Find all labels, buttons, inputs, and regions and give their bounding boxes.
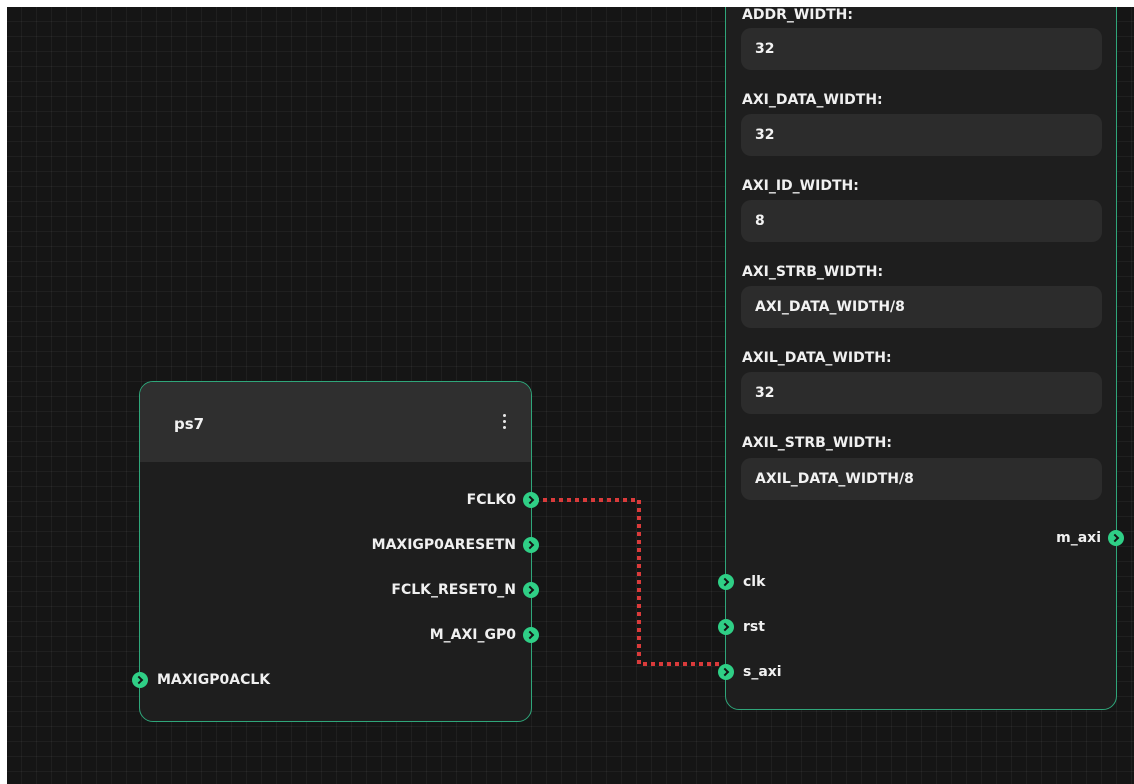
more-options-icon[interactable] bbox=[499, 410, 509, 432]
port-label: M_AXI_GP0 bbox=[429, 627, 516, 643]
wire-fclk0-to-s-axi[interactable] bbox=[527, 498, 719, 666]
port-label: s_axi bbox=[743, 664, 782, 680]
port-label: FCLK0 bbox=[466, 492, 516, 508]
ps7-node[interactable]: ps7 FCLK0 MAXIGP0ARESETN FCLK_RESET0_N M… bbox=[132, 381, 539, 722]
output-port-icon[interactable] bbox=[523, 492, 539, 508]
input-port-icon[interactable] bbox=[718, 574, 734, 590]
param-field-axi-strb-width[interactable] bbox=[741, 286, 1102, 328]
node-header[interactable]: ps7 bbox=[140, 382, 531, 462]
axi-block-node[interactable]: ADDR_WIDTH: AXI_DATA_WIDTH: AXI_ID_WIDTH… bbox=[718, 7, 1124, 710]
graph-canvas[interactable]: ps7 FCLK0 MAXIGP0ARESETN FCLK_RESET0_N M… bbox=[7, 7, 1134, 784]
port-fclk0[interactable]: FCLK0 bbox=[467, 490, 539, 510]
input-port-icon[interactable] bbox=[718, 619, 734, 635]
port-label: m_axi bbox=[1056, 530, 1101, 546]
node-title: ps7 bbox=[174, 415, 205, 433]
param-label-axi-strb-width: AXI_STRB_WIDTH: bbox=[742, 264, 884, 280]
port-rst[interactable]: rst bbox=[718, 617, 765, 637]
param-label-axi-data-width: AXI_DATA_WIDTH: bbox=[742, 92, 883, 108]
port-label: MAXIGP0ARESETN bbox=[371, 537, 516, 553]
port-label: rst bbox=[743, 619, 765, 635]
output-port-icon[interactable] bbox=[523, 537, 539, 553]
port-m-axi[interactable]: m_axi bbox=[1056, 528, 1124, 548]
port-label: MAXIGP0ACLK bbox=[157, 672, 271, 688]
input-port-icon[interactable] bbox=[132, 672, 148, 688]
port-fclk-reset0-n[interactable]: FCLK_RESET0_N bbox=[391, 580, 539, 600]
param-label-addr-width: ADDR_WIDTH: bbox=[742, 7, 853, 23]
param-field-axi-id-width[interactable] bbox=[741, 200, 1102, 242]
param-label-axil-strb-width: AXIL_STRB_WIDTH: bbox=[742, 435, 892, 451]
output-port-icon[interactable] bbox=[523, 582, 539, 598]
port-label: clk bbox=[743, 574, 766, 590]
output-port-icon[interactable] bbox=[1108, 530, 1124, 546]
port-maxigp0aclk[interactable]: MAXIGP0ACLK bbox=[132, 670, 270, 690]
port-m-axi-gp0[interactable]: M_AXI_GP0 bbox=[430, 625, 539, 645]
param-field-axil-strb-width[interactable] bbox=[741, 458, 1102, 500]
port-label: FCLK_RESET0_N bbox=[391, 582, 516, 598]
param-label-axil-data-width: AXIL_DATA_WIDTH: bbox=[742, 350, 892, 366]
param-field-addr-width[interactable] bbox=[741, 28, 1102, 70]
port-maxigp0aresetn[interactable]: MAXIGP0ARESETN bbox=[372, 535, 539, 555]
param-label-axi-id-width: AXI_ID_WIDTH: bbox=[742, 178, 859, 194]
port-clk[interactable]: clk bbox=[718, 572, 765, 592]
param-field-axi-data-width[interactable] bbox=[741, 114, 1102, 156]
output-port-icon[interactable] bbox=[523, 627, 539, 643]
port-s-axi[interactable]: s_axi bbox=[718, 662, 782, 682]
input-port-icon[interactable] bbox=[718, 664, 734, 680]
param-field-axil-data-width[interactable] bbox=[741, 372, 1102, 414]
